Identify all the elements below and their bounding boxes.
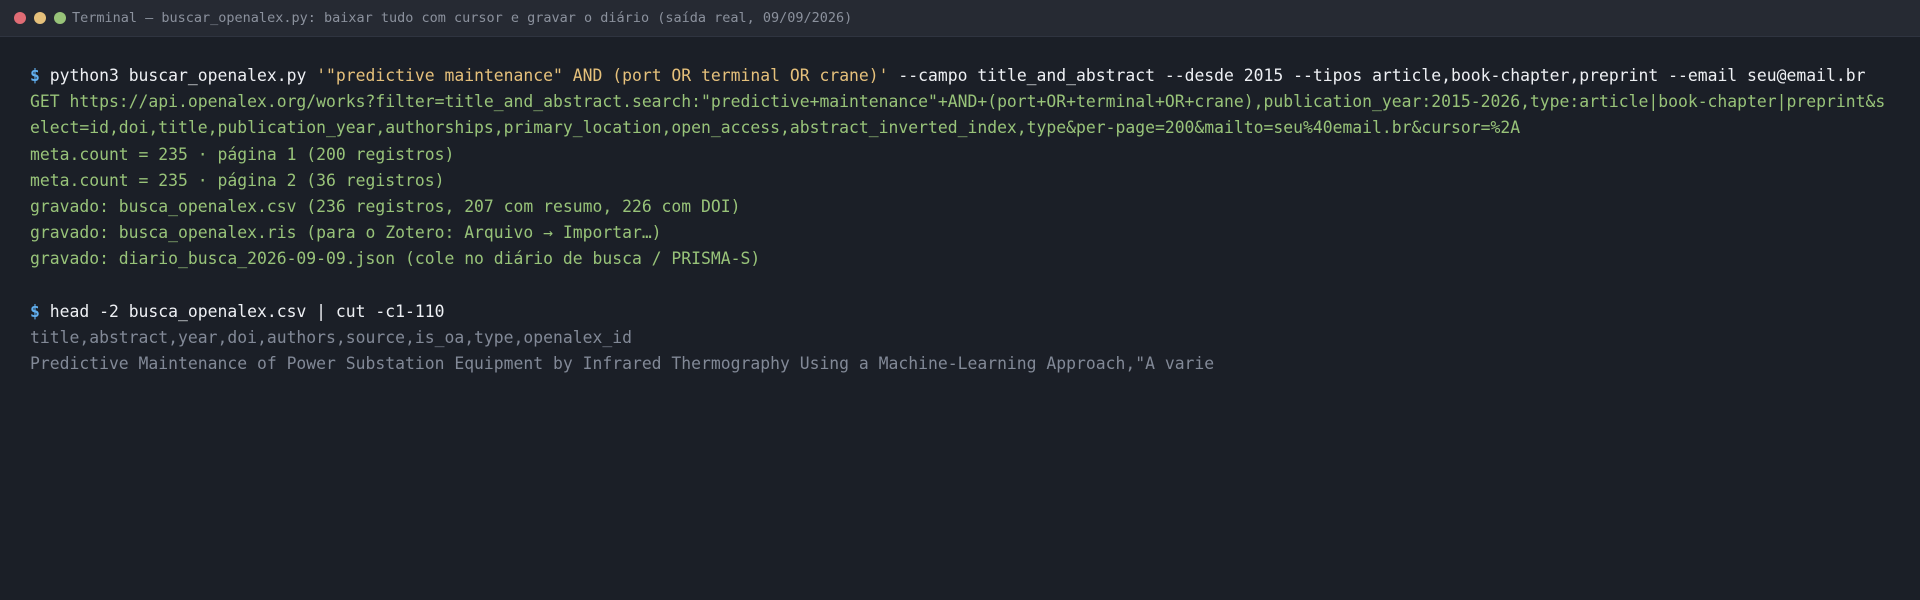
output-line: GET https://api.openalex.org/works?filte…	[30, 92, 1886, 138]
close-window-icon[interactable]	[14, 12, 26, 24]
csv-header-line: title,abstract,year,doi,authors,source,i…	[30, 328, 632, 348]
terminal-output[interactable]: $ python3 buscar_openalex.py '"predictiv…	[30, 63, 1892, 377]
prompt-symbol: $	[30, 66, 40, 85]
command-text: python3 buscar_openalex.py	[49, 66, 317, 85]
csv-row-line: Predictive Maintenance of Power Substati…	[30, 354, 1215, 374]
output-line: meta.count = 235 · página 2 (36 registro…	[30, 170, 445, 190]
command-line-2: $ head -2 busca_openalex.csv | cut -c1-1…	[30, 299, 1892, 325]
terminal-window: Terminal — buscar_openalex.py: baixar tu…	[0, 0, 1920, 600]
output-line: gravado: busca_openalex.ris (para o Zote…	[30, 223, 662, 243]
command-text: head -2 busca_openalex.csv | cut -c1-110	[49, 301, 445, 321]
output-line: gravado: diario_busca_2026-09-09.json (c…	[30, 249, 761, 269]
query-string: '"predictive maintenance" AND (port OR t…	[316, 66, 889, 85]
command-line-1: $ python3 buscar_openalex.py '"predictiv…	[30, 63, 1892, 89]
minimize-window-icon[interactable]	[34, 12, 46, 24]
prompt-symbol: $	[30, 301, 40, 321]
title-bar: Terminal — buscar_openalex.py: baixar tu…	[0, 0, 1920, 37]
output-line: gravado: busca_openalex.csv (236 registr…	[30, 197, 741, 217]
command-args: --campo title_and_abstract --desde 2015 …	[888, 66, 1866, 85]
output-line: meta.count = 235 · página 1 (200 registr…	[30, 144, 455, 164]
window-title: Terminal — buscar_openalex.py: baixar tu…	[72, 10, 853, 26]
maximize-window-icon[interactable]	[54, 12, 66, 24]
